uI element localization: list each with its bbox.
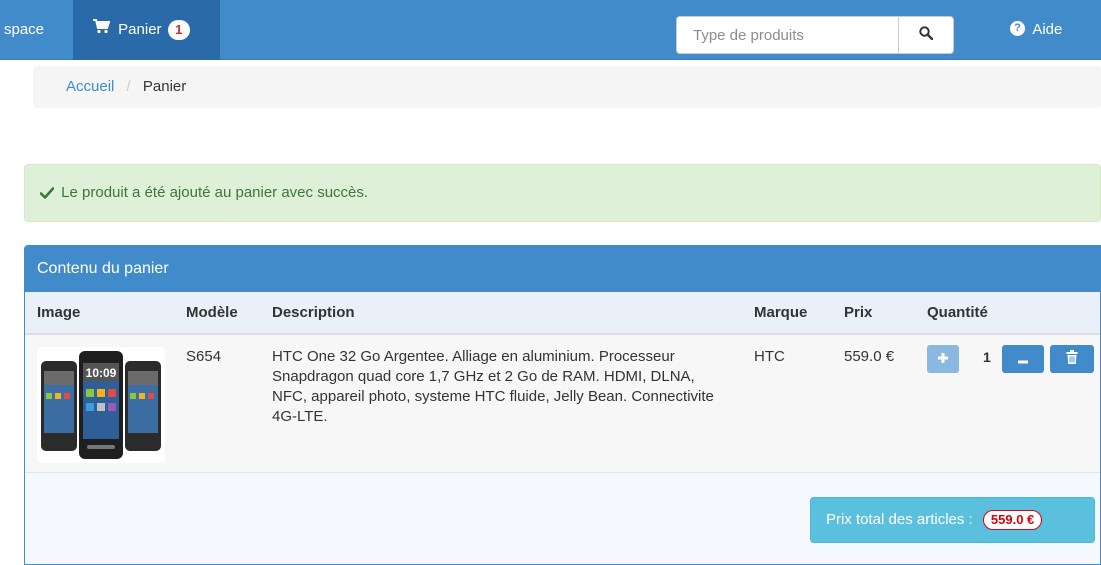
cart-panel: Contenu du panier Image Modèle Descripti… <box>24 245 1101 565</box>
product-image: 10:09 <box>37 347 165 463</box>
column-header-model: Modèle <box>186 304 238 321</box>
nav-aide-label: Aide <box>1032 21 1063 38</box>
plus-icon <box>937 351 949 368</box>
column-header-price: Prix <box>844 304 873 321</box>
column-header-quantity: Quantité <box>927 304 988 321</box>
total-price-button[interactable]: Prix total des articles : 559.0 € <box>810 497 1095 543</box>
cart-item-price: 559.0 € <box>844 348 895 365</box>
cart-item-model: S654 <box>186 348 222 365</box>
search-icon <box>919 26 934 44</box>
cart-item-description: HTC One 32 Go Argentee. Alliage en alumi… <box>272 348 714 425</box>
table-row: 10:09 S654 HTC One 32 Go Argentee. Allia… <box>25 335 1100 473</box>
cart-count-badge: 1 <box>167 20 190 41</box>
search-form <box>676 16 954 54</box>
checkmark-icon <box>39 167 55 223</box>
total-price-badge: 559.0 € <box>982 510 1043 531</box>
breadcrumb-separator: / <box>126 78 131 95</box>
column-header-brand: Marque <box>754 304 808 321</box>
nav-aide-link[interactable]: ? Aide <box>1010 0 1062 60</box>
cart-footer: Prix total des articles : 559.0 € <box>25 473 1100 564</box>
cart-table-header: Image Modèle Description Marque Prix Qua… <box>25 292 1100 335</box>
search-button[interactable] <box>898 16 954 54</box>
top-navbar: space Panier 1 ? Aide <box>0 0 1101 60</box>
success-alert: Le produit a été ajouté au panier avec s… <box>24 164 1101 222</box>
cart-panel-heading: Contenu du panier <box>25 246 1100 292</box>
breadcrumb-home-link[interactable]: Accueil <box>66 78 114 95</box>
shopping-cart-icon <box>92 0 111 60</box>
minus-icon <box>1017 351 1029 368</box>
breadcrumb: Accueil / Panier <box>33 66 1101 108</box>
increase-quantity-button[interactable] <box>927 345 959 373</box>
column-header-image: Image <box>37 304 81 321</box>
remove-item-button[interactable] <box>1050 345 1094 373</box>
cart-item-quantity: 1 <box>983 349 991 365</box>
phone-clock-text: 10:09 <box>86 366 117 380</box>
success-alert-message: Le produit a été ajouté au panier avec s… <box>61 184 369 201</box>
nav-espace-link[interactable]: space <box>0 0 72 60</box>
breadcrumb-current: Panier <box>142 78 187 95</box>
nav-espace-label: space <box>4 21 45 38</box>
trash-icon <box>1066 350 1078 368</box>
cart-item-brand: HTC <box>754 348 785 365</box>
nav-panier-label: Panier <box>118 21 162 38</box>
search-input[interactable] <box>676 16 898 54</box>
nav-panier-link[interactable]: Panier 1 <box>73 0 220 60</box>
decrease-quantity-button[interactable] <box>1002 345 1044 373</box>
column-header-description: Description <box>272 304 355 321</box>
total-price-label: Prix total des articles : <box>826 511 973 528</box>
question-circle-icon: ? <box>1010 21 1025 37</box>
